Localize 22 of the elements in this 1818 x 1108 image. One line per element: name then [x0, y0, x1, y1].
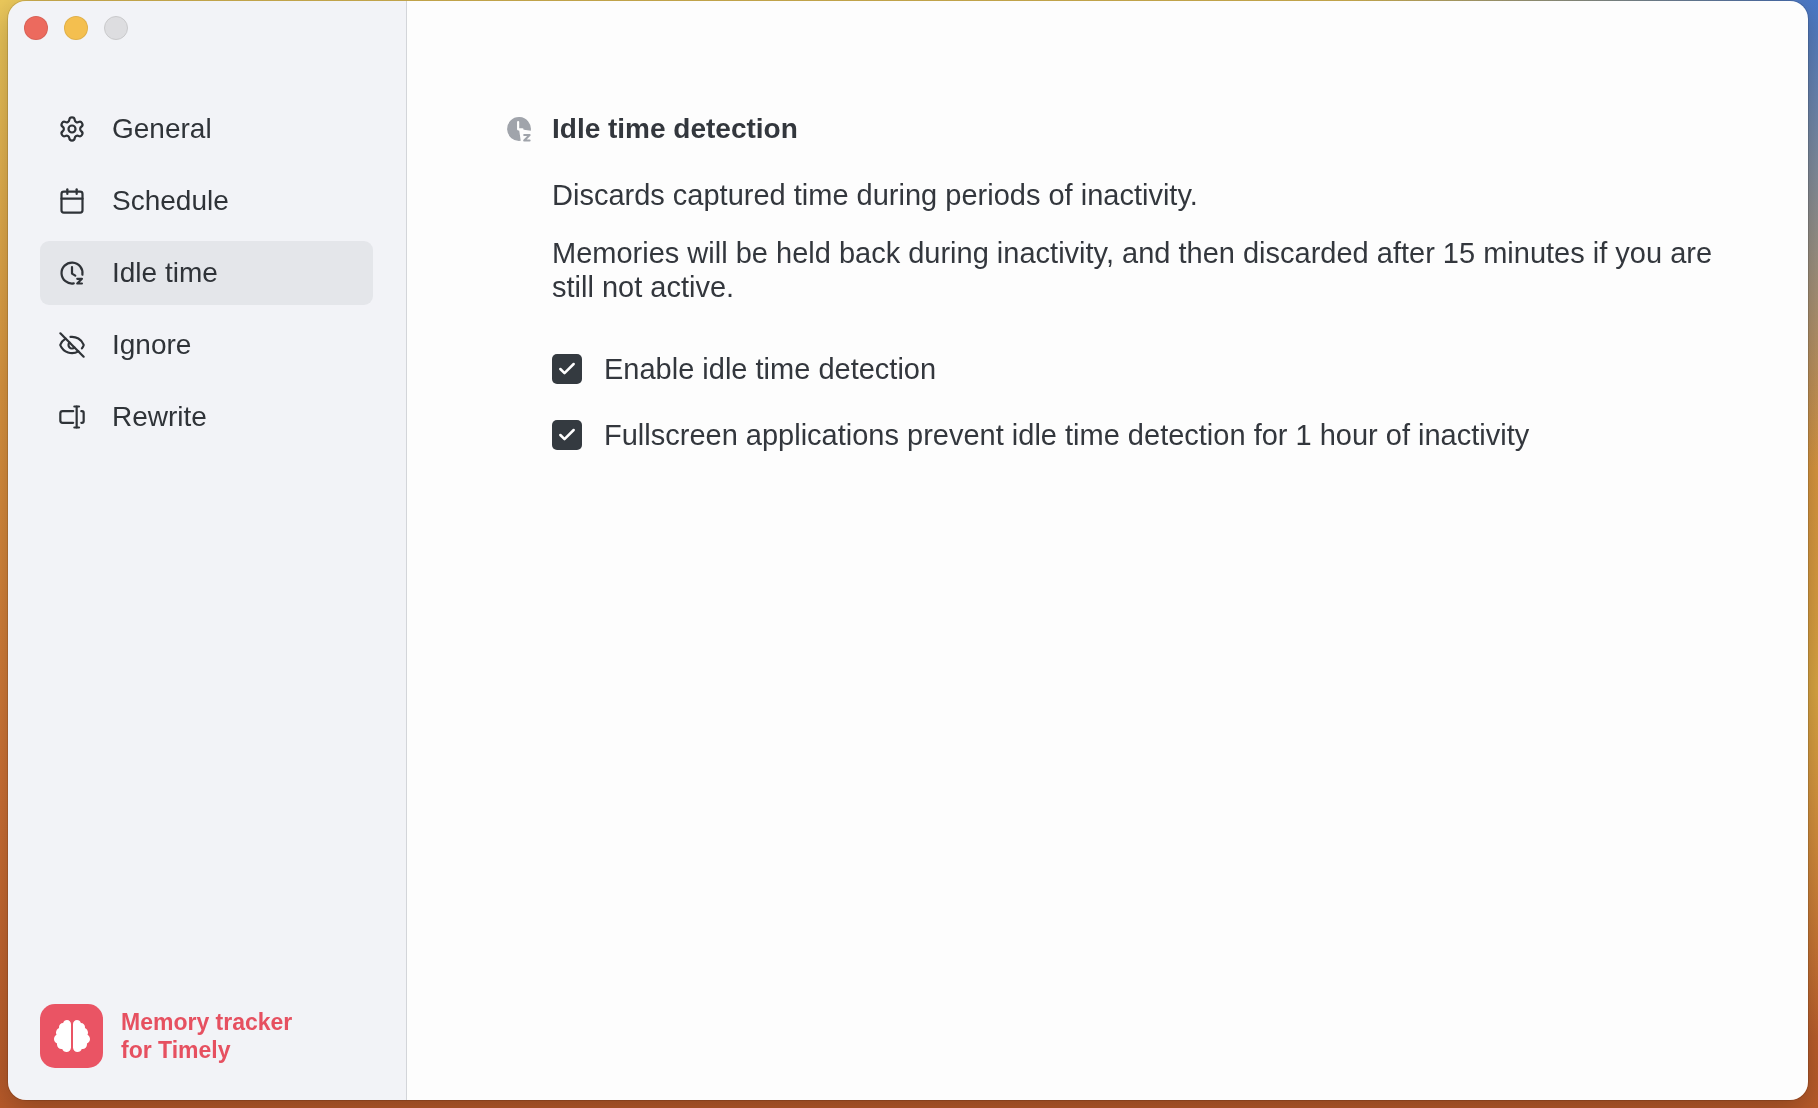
checkbox[interactable]: [552, 420, 582, 450]
sidebar-item[interactable]: Ignore: [40, 313, 373, 377]
sidebar-item[interactable]: Idle time: [40, 241, 373, 305]
brain-logo-icon: [40, 1004, 103, 1068]
section-title: Idle time detection: [552, 112, 798, 146]
idle-clock-icon: [506, 116, 532, 142]
description-text: Memories will be held back during inactivity, and then discarded after 15 minutes if you are still not active.: [552, 236, 1714, 304]
gear-icon: [58, 115, 86, 143]
sidebar-item[interactable]: Rewrite: [40, 385, 373, 449]
sidebar-item[interactable]: General: [40, 97, 373, 161]
calendar-icon: [58, 187, 86, 215]
brand-name: Memory tracker for Timely: [121, 1008, 294, 1064]
clock-icon: [58, 259, 86, 287]
sidebar-item[interactable]: Schedule: [40, 169, 373, 233]
description-text: Discards captured time during periods of inactivity.: [552, 178, 1199, 212]
text-cursor-icon: [58, 403, 86, 431]
minimize-button[interactable]: [64, 16, 88, 40]
close-button[interactable]: [24, 16, 48, 40]
checkbox-label[interactable]: Enable idle time detection: [604, 352, 937, 386]
eye-off-icon: [58, 331, 86, 359]
checkbox[interactable]: [552, 354, 582, 384]
checkbox-label[interactable]: Fullscreen applications prevent idle time detection for 1 hour of inactivity: [604, 418, 1530, 452]
